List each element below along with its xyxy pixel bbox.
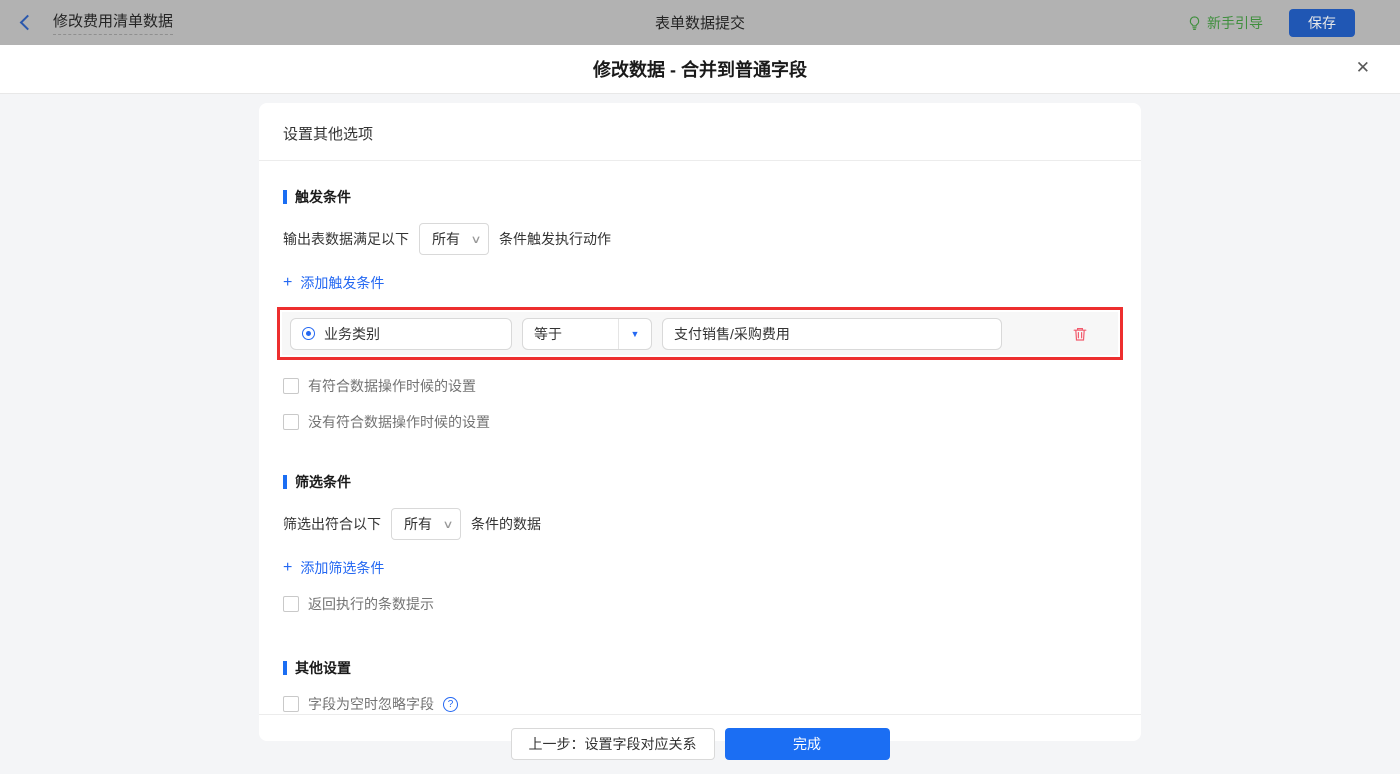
condition-operator-select[interactable]: 等于 ▼ (522, 317, 652, 350)
checkbox-matched-setting[interactable]: 有符合数据操作时候的设置 (283, 376, 476, 396)
annotation-highlight-box: 业务类别 等于 ▼ 支付销售/采购费用 (277, 307, 1123, 360)
trigger-match-select[interactable]: 所有 ∨ (419, 223, 489, 255)
done-button[interactable]: 完成 (724, 728, 890, 760)
section-accent-bar (283, 190, 287, 204)
other-section-label: 其他设置 (295, 660, 351, 676)
beginner-guide-label: 新手引导 (1207, 14, 1263, 31)
plus-icon: + (283, 559, 293, 576)
condition-operator-value: 等于 (534, 325, 562, 342)
add-filter-condition-label: 添加筛选条件 (300, 560, 385, 576)
trigger-section-label: 触发条件 (295, 189, 351, 205)
checkbox-unmatched-label: 没有符合数据操作时候的设置 (308, 414, 490, 430)
checkbox-return-count[interactable]: 返回执行的条数提示 (283, 594, 434, 614)
delete-condition-button[interactable] (1072, 326, 1088, 342)
filter-sentence: 筛选出符合以下 所有 ∨ 条件的数据 (283, 508, 1117, 540)
trigger-condition-row: 业务类别 等于 ▼ 支付销售/采购费用 (282, 312, 1118, 355)
condition-field-select[interactable]: 业务类别 (290, 317, 512, 350)
trigger-sentence: 输出表数据满足以下 所有 ∨ 条件触发执行动作 (283, 223, 1117, 255)
checkbox-icon (283, 596, 299, 612)
checkbox-unmatched-setting[interactable]: 没有符合数据操作时候的设置 (283, 412, 490, 432)
dialog-header: 修改数据 - 合并到普通字段 ✕ (0, 45, 1400, 94)
chevron-down-icon: ∨ (442, 518, 454, 531)
back-chevron-icon (19, 14, 36, 31)
lightbulb-icon (1189, 15, 1200, 30)
top-bar: 修改费用清单数据 表单数据提交 新手引导 保存 (0, 0, 1400, 45)
filter-section-title: 筛选条件 (283, 472, 1117, 492)
condition-value-input[interactable]: 支付销售/采购费用 (662, 317, 1002, 350)
checkbox-ignore-empty[interactable]: 字段为空时忽略字段 ? (283, 694, 458, 714)
checkbox-return-count-label: 返回执行的条数提示 (308, 596, 434, 612)
panel-footer: 上一步：设置字段对应关系 完成 (259, 714, 1141, 774)
save-button[interactable]: 保存 (1289, 8, 1355, 37)
plus-icon: + (283, 274, 293, 291)
beginner-guide-link[interactable]: 新手引导 (1187, 13, 1263, 33)
options-panel: 设置其他选项 触发条件 输出表数据满足以下 所有 ∨ 条件触发执行动作 + 添加… (259, 103, 1141, 760)
other-section-title: 其他设置 (283, 658, 1117, 678)
section-accent-bar (283, 661, 287, 675)
checkbox-icon (283, 378, 299, 394)
section-accent-bar (283, 475, 287, 489)
caret-down-icon: ▼ (618, 318, 651, 349)
filter-sentence-suffix: 条件的数据 (471, 516, 541, 532)
filter-match-select-value: 所有 (404, 516, 432, 532)
dialog-body: 设置其他选项 触发条件 输出表数据满足以下 所有 ∨ 条件触发执行动作 + 添加… (0, 103, 1400, 764)
close-icon[interactable]: ✕ (1356, 59, 1370, 76)
panel-header-title: 设置其他选项 (259, 103, 1141, 161)
flow-title[interactable]: 修改费用清单数据 (53, 10, 174, 35)
checkbox-icon (283, 696, 299, 712)
trigger-sentence-suffix: 条件触发执行动作 (499, 231, 611, 247)
trigger-match-select-value: 所有 (432, 231, 460, 247)
checkbox-icon (283, 414, 299, 430)
filter-section-label: 筛选条件 (295, 474, 351, 490)
radio-field-type-icon (302, 327, 315, 340)
condition-value-text: 支付销售/采购费用 (674, 325, 790, 342)
trash-icon (1073, 327, 1087, 341)
condition-field-value: 业务类别 (324, 325, 380, 342)
add-trigger-condition-label: 添加触发条件 (300, 275, 385, 291)
checkbox-ignore-empty-label: 字段为空时忽略字段 (308, 696, 434, 712)
topbar-actions: 新手引导 保存 (1187, 8, 1355, 37)
filter-match-select[interactable]: 所有 ∨ (391, 508, 461, 540)
dialog-title: 修改数据 - 合并到普通字段 (593, 60, 807, 80)
filter-sentence-prefix: 筛选出符合以下 (283, 516, 381, 532)
checkbox-matched-label: 有符合数据操作时候的设置 (308, 378, 476, 394)
previous-step-button[interactable]: 上一步：设置字段对应关系 (510, 728, 715, 760)
help-icon[interactable]: ? (443, 696, 458, 712)
add-filter-condition-link[interactable]: + 添加筛选条件 (283, 558, 384, 578)
back-button[interactable] (19, 14, 36, 31)
trigger-sentence-prefix: 输出表数据满足以下 (283, 231, 409, 247)
panel-body: 触发条件 输出表数据满足以下 所有 ∨ 条件触发执行动作 + 添加触发条件 业务… (259, 161, 1141, 714)
add-trigger-condition-link[interactable]: + 添加触发条件 (283, 273, 384, 293)
chevron-down-icon: ∨ (470, 233, 482, 246)
trigger-section-title: 触发条件 (283, 187, 1117, 207)
